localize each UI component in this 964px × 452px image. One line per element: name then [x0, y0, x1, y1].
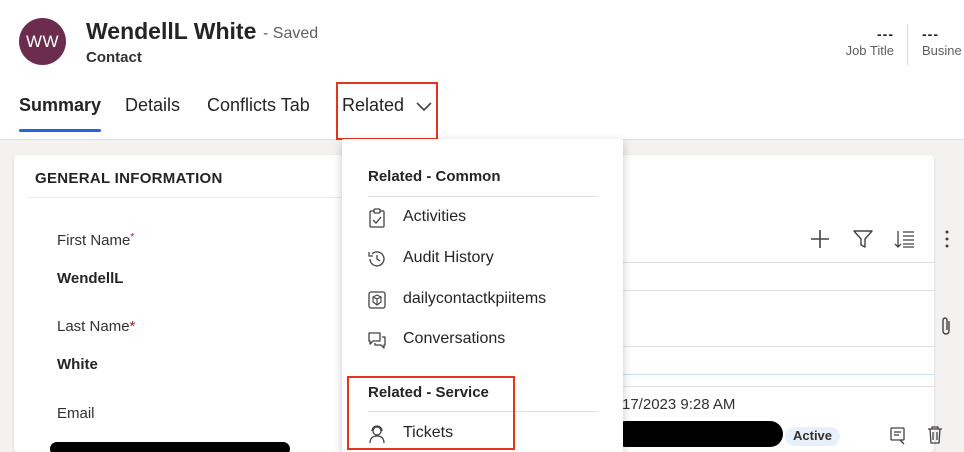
header-field-value: ---	[922, 26, 939, 42]
more-options-icon[interactable]	[936, 228, 958, 250]
highlight-box-related-service	[347, 376, 515, 450]
email-label: Email	[57, 405, 95, 422]
header-field-business[interactable]: --- Busine	[922, 26, 964, 58]
header-field-job-title[interactable]: --- Job Title	[820, 26, 894, 58]
menu-item-activities[interactable]: Activities	[342, 199, 623, 237]
conversations-icon	[368, 332, 386, 349]
section-title: GENERAL INFORMATION	[35, 170, 223, 187]
status-badge: Active	[785, 427, 841, 446]
filter-icon[interactable]	[852, 228, 874, 250]
first-name-label: First Name*	[57, 232, 134, 249]
note-edit-icon[interactable]	[889, 425, 907, 445]
active-tab-indicator	[19, 129, 101, 132]
menu-item-label: dailycontactkpiitems	[403, 290, 547, 307]
timeline-date: 17/2023 9:28 AM	[622, 396, 736, 413]
entity-type: Contact	[86, 49, 142, 66]
first-name-label-text: First Name	[57, 232, 131, 249]
note-input-border	[622, 374, 934, 375]
menu-item-conversations[interactable]: Conversations	[342, 321, 623, 359]
menu-group-heading-common: Related - Common	[368, 168, 501, 185]
menu-item-audit-history[interactable]: Audit History	[342, 240, 623, 278]
panel-divider	[622, 290, 934, 291]
delete-icon[interactable]	[926, 425, 944, 445]
history-icon	[368, 251, 385, 267]
save-status: - Saved	[263, 25, 319, 42]
panel-divider	[622, 346, 934, 347]
activities-icon	[369, 208, 385, 228]
redacted-timeline-text	[613, 421, 783, 447]
add-icon[interactable]	[809, 228, 831, 250]
avatar: WW	[19, 18, 66, 65]
attachment-icon[interactable]	[938, 315, 954, 337]
last-name-label-text: Last Name	[57, 318, 130, 335]
panel-divider	[622, 262, 934, 263]
header-field-value: ---	[877, 26, 894, 42]
menu-item-label: Conversations	[403, 330, 506, 347]
header-divider	[907, 24, 908, 66]
menu-item-label: Activities	[403, 208, 467, 225]
menu-item-label: Audit History	[403, 249, 494, 266]
custom-entity-icon	[368, 291, 386, 309]
tab-conflicts[interactable]: Conflicts Tab	[207, 95, 310, 116]
highlight-box-related-tab	[336, 82, 438, 140]
panel-divider	[622, 386, 934, 387]
header-field-label: Busine	[922, 43, 962, 58]
last-name-field[interactable]: White	[57, 356, 98, 373]
last-name-label: Last Name*	[57, 318, 135, 335]
section-divider	[28, 197, 348, 198]
redacted-email-value[interactable]	[50, 442, 290, 452]
record-title: WendellL White	[86, 18, 257, 44]
sort-icon[interactable]	[894, 228, 916, 250]
first-name-field[interactable]: WendellL	[57, 270, 123, 287]
header-field-label: Job Title	[845, 43, 894, 58]
tab-summary[interactable]: Summary	[19, 95, 101, 116]
required-indicator: *	[130, 232, 135, 243]
required-indicator: *	[129, 318, 136, 335]
menu-group-divider	[368, 196, 598, 197]
tab-details[interactable]: Details	[125, 95, 180, 116]
menu-item-dailycontactkpiitems[interactable]: dailycontactkpiitems	[342, 281, 623, 319]
